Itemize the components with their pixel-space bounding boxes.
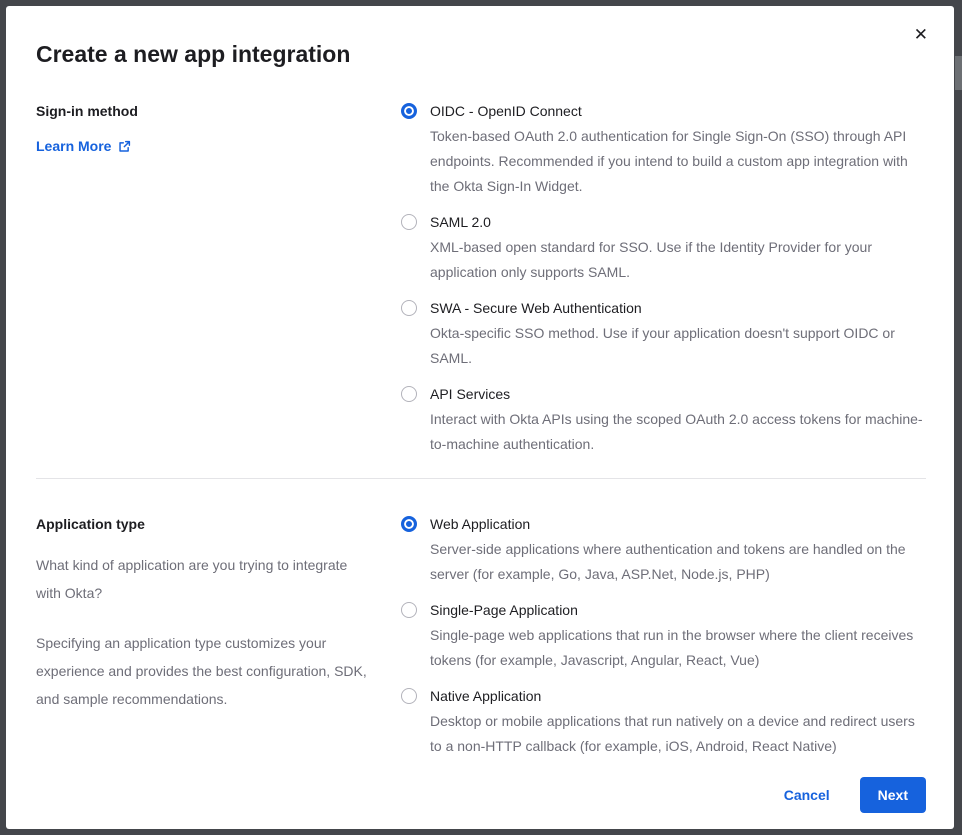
radio-option-text: Native Application Desktop or mobile app…	[430, 686, 926, 759]
close-icon[interactable]: ✕	[914, 26, 928, 43]
signin-method-left-column: Sign-in method Learn More	[36, 101, 376, 457]
cancel-button[interactable]: Cancel	[784, 787, 830, 803]
radio-option-description: Desktop or mobile applications that run …	[430, 709, 926, 759]
radio-option-text: API Services Interact with Okta APIs usi…	[430, 384, 926, 457]
application-type-label: Application type	[36, 514, 376, 534]
create-app-integration-modal: ✕ Create a new app integration Sign-in m…	[6, 6, 954, 829]
radio-option-description: Token-based OAuth 2.0 authentication for…	[430, 124, 926, 199]
radio-icon[interactable]	[401, 602, 417, 618]
radio-option-label: Single-Page Application	[430, 600, 926, 620]
radio-option-label: SAML 2.0	[430, 212, 926, 232]
radio-option-api-services[interactable]: API Services Interact with Okta APIs usi…	[401, 384, 926, 457]
signin-method-section: Sign-in method Learn More OIDC - OpenID …	[36, 101, 926, 457]
application-type-help-text: Specifying an application type customize…	[36, 629, 374, 713]
radio-icon[interactable]	[401, 516, 417, 532]
radio-option-description: XML-based open standard for SSO. Use if …	[430, 235, 926, 285]
radio-option-web-application[interactable]: Web Application Server-side applications…	[401, 514, 926, 587]
radio-option-description: Single-page web applications that run in…	[430, 623, 926, 673]
signin-method-label: Sign-in method	[36, 101, 376, 121]
radio-option-description: Okta-specific SSO method. Use if your ap…	[430, 321, 926, 371]
signin-method-options: OIDC - OpenID Connect Token-based OAuth …	[401, 101, 926, 457]
radio-option-swa[interactable]: SWA - Secure Web Authentication Okta-spe…	[401, 298, 926, 371]
radio-icon[interactable]	[401, 688, 417, 704]
radio-icon[interactable]	[401, 214, 417, 230]
radio-icon[interactable]	[401, 300, 417, 316]
external-link-icon	[118, 140, 131, 153]
modal-footer: Cancel Next	[36, 759, 926, 813]
learn-more-label: Learn More	[36, 138, 111, 154]
learn-more-link[interactable]: Learn More	[36, 138, 131, 154]
radio-option-label: API Services	[430, 384, 926, 404]
radio-option-text: Web Application Server-side applications…	[430, 514, 926, 587]
application-type-help-text: What kind of application are you trying …	[36, 551, 374, 607]
radio-option-label: SWA - Secure Web Authentication	[430, 298, 926, 318]
radio-option-label: OIDC - OpenID Connect	[430, 101, 926, 121]
radio-option-text: Single-Page Application Single-page web …	[430, 600, 926, 673]
radio-option-single-page-application[interactable]: Single-Page Application Single-page web …	[401, 600, 926, 673]
background-page-fragment	[955, 56, 962, 90]
application-type-left-column: Application type What kind of applicatio…	[36, 514, 376, 759]
radio-option-native-application[interactable]: Native Application Desktop or mobile app…	[401, 686, 926, 759]
modal-title: Create a new app integration	[36, 41, 926, 68]
application-type-section: Application type What kind of applicatio…	[36, 514, 926, 759]
radio-option-description: Server-side applications where authentic…	[430, 537, 926, 587]
radio-option-label: Web Application	[430, 514, 926, 534]
radio-option-description: Interact with Okta APIs using the scoped…	[430, 407, 926, 457]
radio-option-label: Native Application	[430, 686, 926, 706]
radio-icon[interactable]	[401, 386, 417, 402]
section-divider	[36, 478, 926, 479]
radio-icon[interactable]	[401, 103, 417, 119]
application-type-options: Web Application Server-side applications…	[401, 514, 926, 759]
radio-option-text: SAML 2.0 XML-based open standard for SSO…	[430, 212, 926, 285]
radio-option-saml[interactable]: SAML 2.0 XML-based open standard for SSO…	[401, 212, 926, 285]
radio-option-text: SWA - Secure Web Authentication Okta-spe…	[430, 298, 926, 371]
radio-option-oidc[interactable]: OIDC - OpenID Connect Token-based OAuth …	[401, 101, 926, 199]
radio-option-text: OIDC - OpenID Connect Token-based OAuth …	[430, 101, 926, 199]
next-button[interactable]: Next	[860, 777, 926, 813]
